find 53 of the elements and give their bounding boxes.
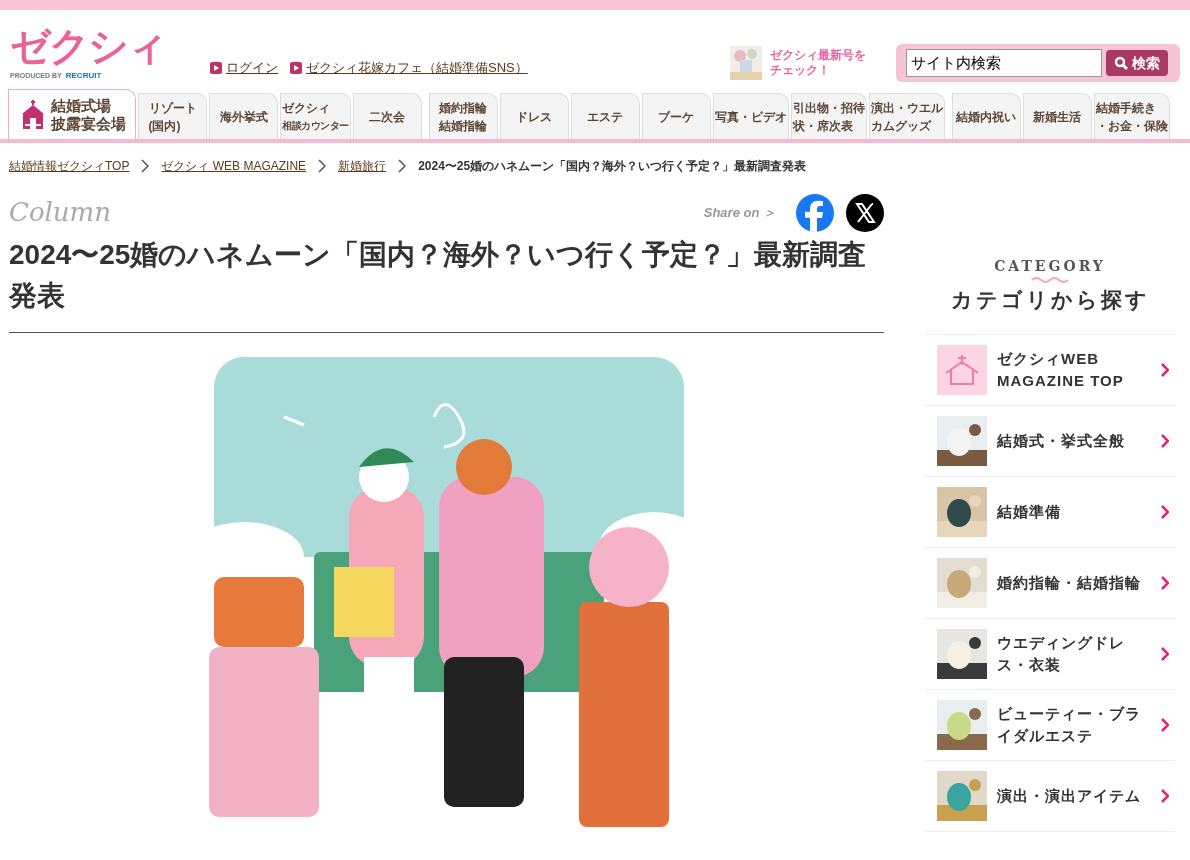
chevron-icon <box>318 159 327 173</box>
nav-tab[interactable]: 演出・ウエル カムグッズ <box>868 93 945 139</box>
category-item[interactable]: 結婚式・挙式全般 <box>925 405 1175 477</box>
house-icon <box>937 344 987 395</box>
nav-tab[interactable]: 二次会 <box>352 93 422 139</box>
brand-name: RECRUIT <box>65 70 102 82</box>
nav-tab[interactable]: ゼクシィ 相談カウンター <box>280 93 351 139</box>
category-eyebrow: CATEGORY <box>993 257 1107 276</box>
nav-tab[interactable]: 結婚手続き ・お金・保険 <box>1093 93 1170 139</box>
category-item[interactable]: ウエディングドレス・衣装 <box>925 618 1175 690</box>
category-item[interactable]: ビューティー・ブライダルエステ <box>925 689 1175 761</box>
search-field[interactable]: サイト内検索 <box>906 49 1102 77</box>
category-item[interactable]: 婚約指輪・結婚指輪 <box>925 547 1175 619</box>
chevron-icon <box>1161 646 1169 661</box>
chevron-icon <box>398 159 407 173</box>
breadcrumb-link[interactable]: ゼクシィ WEB MAGAZINE <box>161 157 307 175</box>
nav-tab[interactable]: 海外挙式 <box>209 93 278 139</box>
chevron-icon <box>1161 575 1169 590</box>
facebook-icon[interactable] <box>796 193 834 232</box>
chevron-icon <box>1161 504 1169 519</box>
nav-tab[interactable]: 引出物・招待 状・席次表 <box>790 93 867 139</box>
share-label: Share on ＞ <box>703 203 776 222</box>
nav-tab[interactable]: エステ <box>570 93 640 139</box>
play-icon <box>210 61 222 74</box>
nav-tab[interactable]: 新婚生活 <box>1022 93 1092 139</box>
play-icon <box>290 61 302 74</box>
nav-tab[interactable]: 婚約指輪 結婚指輪 <box>428 93 498 139</box>
nav-tab[interactable]: 結婚式場 披露宴会場 <box>8 89 136 139</box>
nav-tab[interactable]: リゾート (国内) <box>138 93 207 139</box>
x-icon[interactable] <box>846 193 884 232</box>
column-label: Column <box>9 196 111 229</box>
nav-tab[interactable]: 写真・ビデオ <box>712 93 789 139</box>
breadcrumb-link[interactable]: 新婚旅行 <box>338 157 387 175</box>
chevron-icon <box>1161 362 1169 377</box>
nav-tab[interactable]: ドレス <box>499 93 569 139</box>
chevron-icon <box>1161 717 1169 732</box>
wave-icon <box>1031 277 1069 283</box>
category-item[interactable]: ゼクシィWEB MAGAZINE TOP <box>925 334 1175 406</box>
chevron-icon <box>141 159 150 173</box>
category-heading: カテゴリから探す <box>949 287 1151 313</box>
search-icon <box>1114 56 1128 70</box>
category-item[interactable]: 演出・演出アイテム <box>925 760 1175 832</box>
category-item[interactable]: 結婚準備 <box>925 476 1175 548</box>
nav-tab[interactable]: ブーケ <box>641 93 711 139</box>
header-link[interactable]: ゼクシィ花嫁カフェ（結婚準備SNS） <box>306 58 528 78</box>
nav-tab[interactable]: 結婚内祝い <box>951 93 1021 139</box>
chevron-icon <box>1161 433 1169 448</box>
breadcrumb-current: 2024〜25婚のハネムーン「国内？海外？いつ行く予定？」最新調査発表 <box>418 158 807 175</box>
search-button[interactable]: 検索 <box>1106 50 1168 76</box>
breadcrumb-link[interactable]: 結婚情報ゼクシィTOP <box>9 157 130 175</box>
chevron-icon <box>1161 788 1169 803</box>
article-title: 2024〜25婚のハネムーン「国内？海外？いつ行く予定？」最新調査発表 <box>9 238 868 313</box>
header-link[interactable]: ログイン <box>226 58 278 78</box>
